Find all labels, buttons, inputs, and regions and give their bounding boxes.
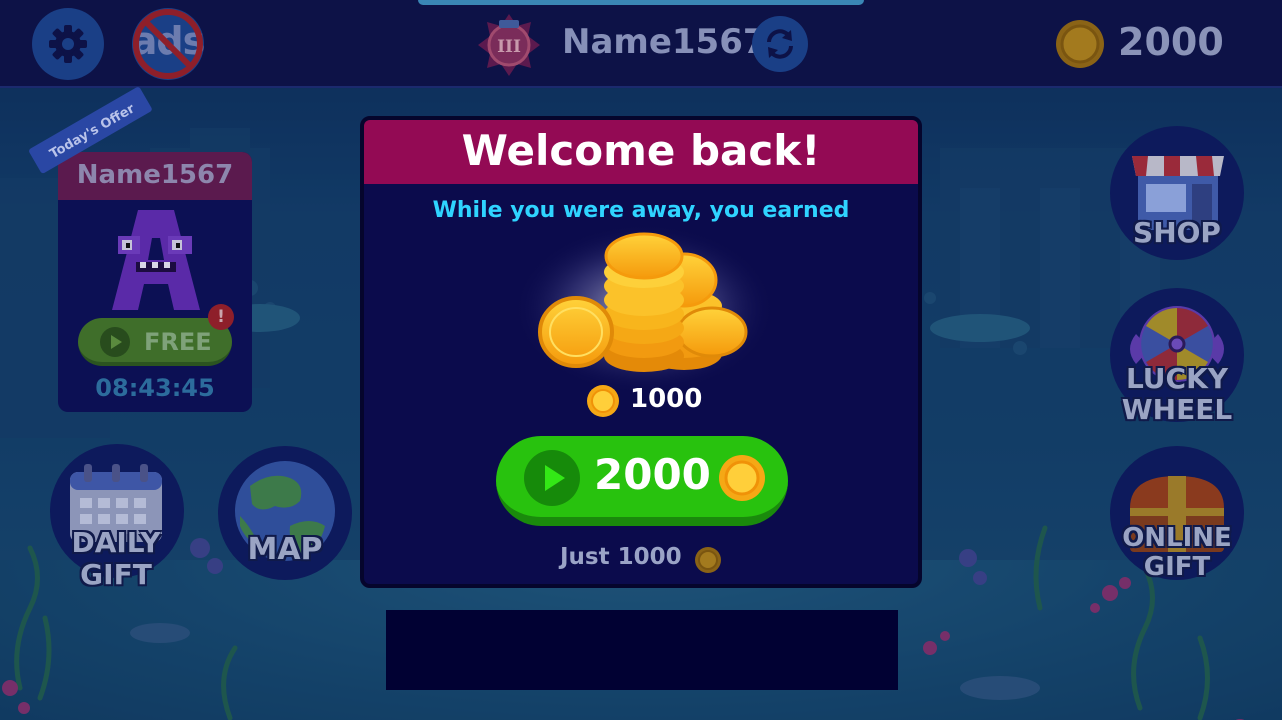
ad-banner-slot[interactable] [386,610,898,690]
coin-icon [587,385,619,417]
coin-pile-icon [514,224,774,394]
top-notch [418,0,864,5]
coin-icon [1056,20,1104,68]
dialog-header: Welcome back! [364,120,918,184]
no-ads-icon [133,9,203,79]
earned-amount: 1000 [630,384,703,414]
free-label: FREE [144,328,212,356]
daily-gift-label-line2: GIFT [80,558,152,591]
sync-button[interactable] [752,16,808,72]
dialog-title: Welcome back! [461,126,821,175]
online-gift-label-line2: GIFT [1143,552,1211,582]
claim-double-button[interactable]: 2000 [496,436,788,526]
coin-icon [719,455,765,501]
claim-single-label: Just 1000 [560,544,682,570]
coin-balance: 2000 [1118,20,1224,64]
daily-gift-label-line1: DAILY [71,526,161,559]
claim-double-amount: 2000 [594,450,711,499]
online-gift-label-line1: ONLINE [1122,523,1232,553]
offer-header: Name1567 [58,152,252,200]
lucky-wheel-label-line2: WHEEL [1121,393,1233,426]
remove-ads-button[interactable]: ads [132,8,205,80]
player-name: Name1567 [562,22,767,62]
purple-letter-character-icon [112,210,200,310]
rank-numeral: III [497,37,521,57]
play-video-icon [524,450,580,506]
alert-badge: ! [208,304,234,330]
offer-timer: 08:43:45 [95,374,215,402]
map-label: MAP [247,532,323,567]
gear-icon [49,25,87,63]
lucky-wheel-label-line1: LUCKY [1125,362,1229,395]
free-claim-button[interactable]: FREE [78,318,232,366]
dialog-subtitle: While you were away, you earned [432,198,850,223]
play-video-icon [100,327,130,357]
refresh-icon [767,29,793,59]
shop-label: SHOP [1133,216,1221,249]
offer-character-name: Name1567 [76,160,234,190]
top-bar: ads III Name1567 2000 [0,0,1282,88]
coin-icon [695,547,721,573]
rank-badge-icon: III [478,14,540,76]
settings-button[interactable] [32,8,104,80]
welcome-back-dialog: Welcome back! While you were away, you e… [360,116,922,588]
